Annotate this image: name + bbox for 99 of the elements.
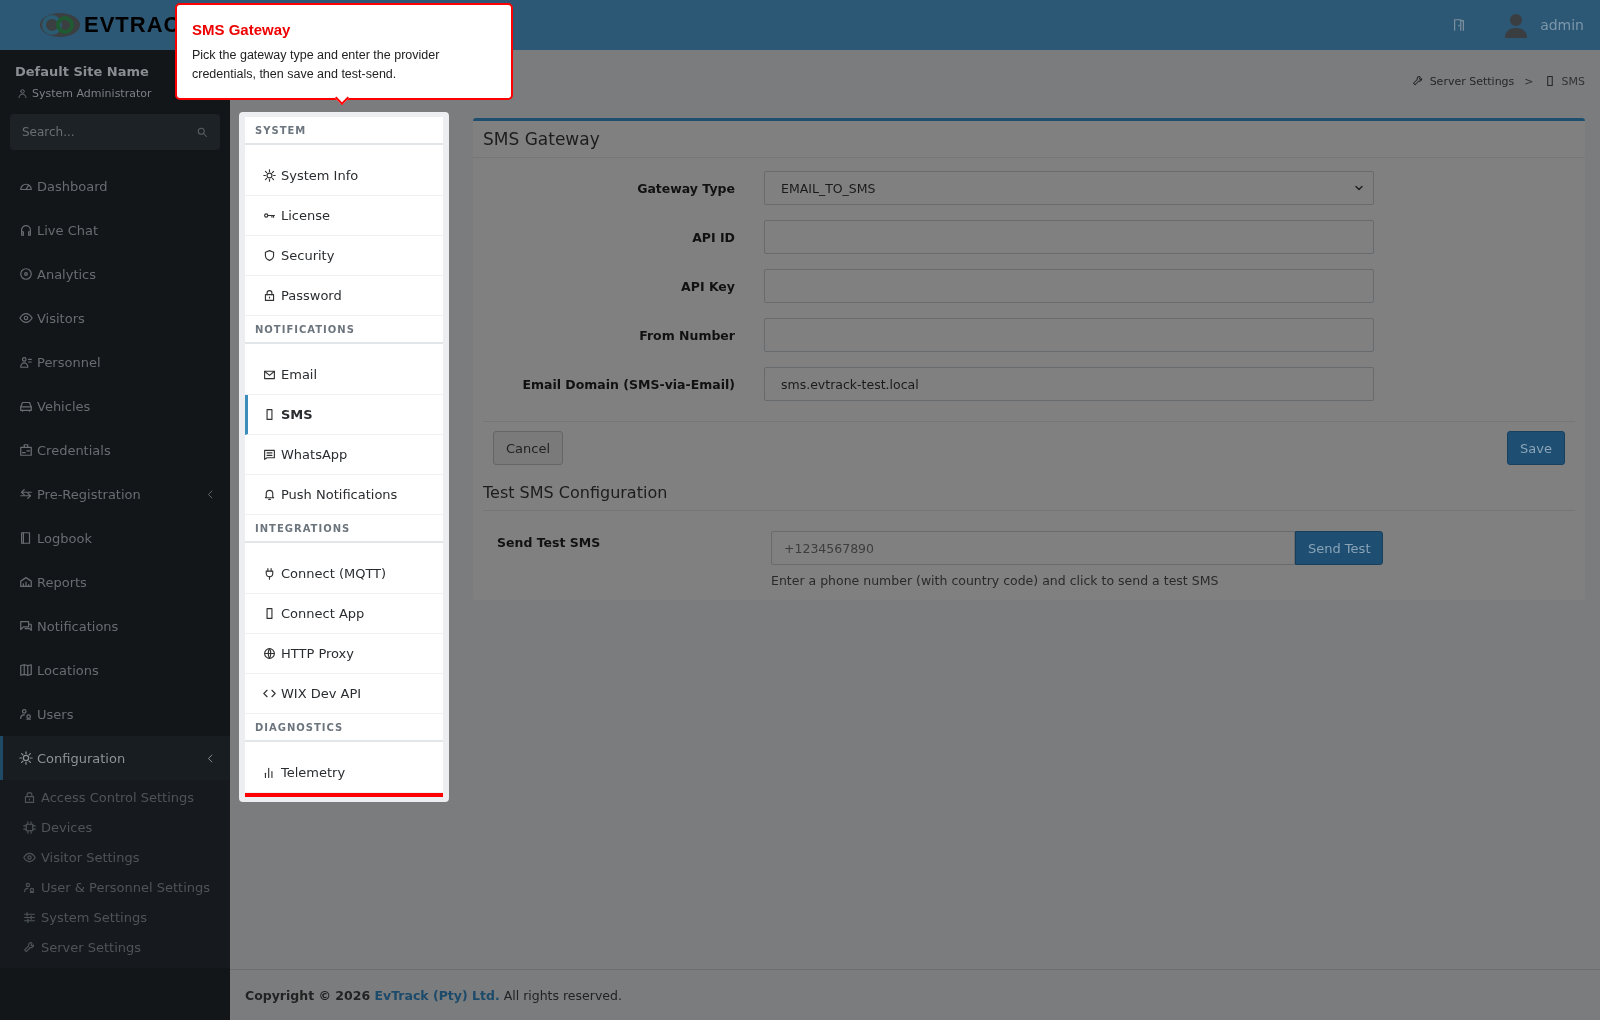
nav-item[interactable]: Logbook	[0, 516, 230, 560]
field-label: API ID	[691, 229, 735, 245]
map-icon	[19, 663, 33, 677]
sliders-icon	[23, 910, 36, 924]
id-card-icon	[19, 443, 33, 457]
input-field[interactable]	[764, 318, 1374, 352]
nav-subitem[interactable]: User & Personnel Settings	[3, 872, 230, 902]
menu-item[interactable]: HTTP Proxy	[245, 634, 443, 674]
menu-item[interactable]: System Info	[245, 156, 443, 196]
tooltip-title: SMS Gateway	[192, 21, 292, 38]
nav-item[interactable]: Personnel	[0, 340, 230, 384]
field-label: Email Domain (SMS-via-Email)	[521, 376, 735, 392]
input-field[interactable]	[764, 269, 1374, 303]
door-icon[interactable]	[1452, 18, 1467, 32]
bar-chart-icon	[263, 766, 276, 779]
eye-icon	[23, 850, 36, 864]
arrows-icon	[19, 487, 33, 501]
nav-subitem[interactable]: Visitor Settings	[3, 842, 230, 872]
wrench-icon	[1411, 75, 1424, 87]
nav-item[interactable]: Reports	[0, 560, 230, 604]
nav-item[interactable]: Visitors	[0, 296, 230, 340]
user-icon	[17, 88, 28, 99]
menu-item[interactable]: Push Notifications	[245, 475, 443, 515]
users-icon	[23, 880, 36, 894]
menu-item[interactable]: Email	[245, 355, 443, 395]
phone-field[interactable]: +1234567890	[771, 531, 1295, 565]
nav-item[interactable]: Dashboard	[0, 164, 230, 208]
nav-subitem[interactable]: Access Control Settings	[3, 782, 230, 812]
input-field[interactable]: sms.evtrack-test.local	[764, 367, 1374, 401]
menu-item[interactable]: Connect App	[245, 594, 443, 634]
nav-item[interactable]: Credentials	[0, 428, 230, 472]
user-role: System Administrator	[32, 87, 152, 100]
input-field[interactable]	[764, 220, 1374, 254]
nav-item[interactable]: Vehicles	[0, 384, 230, 428]
shield-icon	[263, 249, 276, 262]
bell-icon	[263, 488, 276, 501]
cancel-button[interactable]: Cancel	[493, 431, 564, 465]
nav-item[interactable]: Locations	[0, 648, 230, 692]
user-name[interactable]: admin	[1540, 17, 1584, 33]
logo-text: EVTRAC	[84, 12, 181, 38]
phone-icon	[263, 408, 276, 421]
plug-icon	[263, 567, 276, 580]
logo-icon	[38, 11, 82, 39]
nav-item[interactable]: Analytics	[0, 252, 230, 296]
save-button[interactable]: Save	[1507, 431, 1565, 465]
nav-subitem[interactable]: Devices	[3, 812, 230, 842]
envelope-icon	[263, 368, 276, 381]
card-title: SMS Gateway	[473, 121, 1585, 158]
nav-item[interactable]: Live Chat	[0, 208, 230, 252]
target-icon	[19, 267, 33, 281]
tooltip-text: Pick the gateway type and enter the provider credentials, then save and test-send.	[192, 47, 441, 83]
nav-item[interactable]: Configuration	[0, 736, 230, 780]
book-icon	[19, 531, 33, 545]
menu-item[interactable]: Connect (MQTT)	[245, 554, 443, 594]
menu-section-heading: INTEGRATIONS	[245, 515, 443, 543]
headset-icon	[19, 223, 33, 237]
nav-item[interactable]: Pre-Registration	[0, 472, 230, 516]
message-icon	[263, 448, 276, 461]
lock-icon	[23, 790, 36, 804]
menu-item[interactable]: WIX Dev API	[245, 674, 443, 714]
breadcrumb-link[interactable]: Server Settings	[1429, 74, 1515, 88]
code-icon	[263, 687, 276, 700]
breadcrumb-current: SMS	[1561, 74, 1585, 88]
breadcrumb-separator: >	[1524, 74, 1534, 88]
car-icon	[19, 399, 33, 413]
menu-item[interactable]: WhatsApp	[245, 435, 443, 475]
nav-item[interactable]: Users	[0, 692, 230, 736]
field-label: Send Test SMS	[497, 534, 602, 552]
menu-item[interactable]: License	[245, 196, 443, 236]
copyright-text: Copyright © 2026 EvTrack (Pty) Ltd. All rights reserved.	[245, 987, 622, 1003]
search-field[interactable]: Search...	[10, 114, 220, 150]
send-test-button[interactable]: Send Test	[1295, 531, 1384, 565]
chart-icon	[19, 575, 33, 589]
users-icon	[19, 707, 33, 721]
section-title: Test SMS Configuration	[483, 483, 1575, 511]
person-icon	[19, 355, 33, 369]
nav-item[interactable]: Notifications	[0, 604, 230, 648]
menu-item[interactable]: SMS	[245, 395, 443, 435]
chat-icon	[19, 619, 33, 633]
menu-section-heading: DIAGNOSTICS	[245, 714, 443, 742]
nav-subitem[interactable]: Server Settings	[3, 932, 230, 962]
field-label: API Key	[680, 278, 735, 294]
eye-icon	[19, 311, 33, 325]
menu-section-heading: NOTIFICATIONS	[245, 316, 443, 344]
lock-icon	[263, 289, 276, 302]
menu-item[interactable]: Password	[245, 276, 443, 316]
nav-subitem[interactable]: System Settings	[3, 902, 230, 932]
menu-item[interactable]: Security	[245, 236, 443, 276]
help-text: Enter a phone number (with country code) and click to send a test SMS	[771, 573, 1220, 588]
field-label: From Number	[638, 327, 735, 343]
search-icon[interactable]	[196, 126, 208, 138]
phone-icon	[263, 607, 276, 620]
globe-icon	[263, 647, 276, 660]
menu-section-heading: SYSTEM	[245, 117, 443, 145]
field-label: Gateway Type	[636, 180, 735, 196]
select-field[interactable]: EMAIL_TO_SMS	[764, 171, 1374, 205]
wrench-icon	[23, 940, 36, 954]
chip-icon	[23, 820, 36, 834]
company-link[interactable]: EvTrack (Pty) Ltd.	[374, 987, 500, 1003]
